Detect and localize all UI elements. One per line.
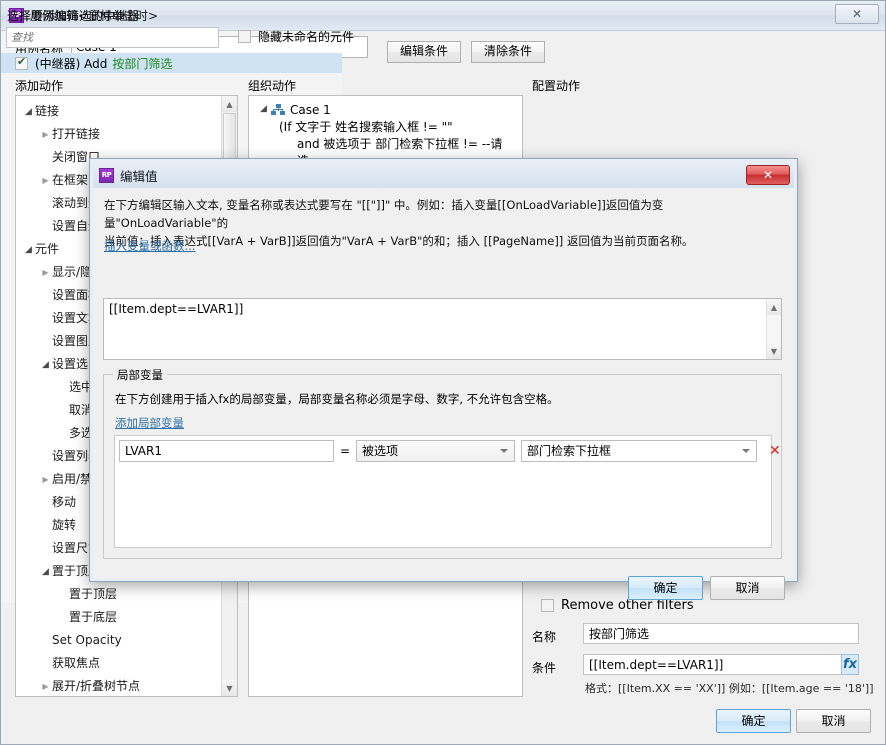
- dialog-cancel-label: 取消: [735, 581, 760, 595]
- repeater-search-input[interactable]: [6, 27, 219, 48]
- tree-item-label: 置于顶层: [69, 587, 118, 601]
- tree-item[interactable]: 链接: [16, 100, 221, 123]
- repeater-item-prefix: (中继器) Add: [35, 56, 108, 71]
- filter-name-input[interactable]: [583, 623, 859, 644]
- add-action-heading: 添加动作: [15, 79, 64, 93]
- hide-unnamed-checkbox[interactable]: [238, 30, 251, 43]
- dialog-title: 编辑值: [120, 168, 158, 184]
- tree-twisty-icon[interactable]: [22, 100, 35, 124]
- filter-condition-label: 条件: [532, 661, 557, 675]
- tree-item-label: 展开/折叠树节点: [52, 679, 141, 693]
- tree-item-label: 打开链接: [52, 127, 101, 141]
- tree-item[interactable]: 展开/折叠树节点: [16, 675, 221, 696]
- textarea-scroll-up-icon[interactable]: ▲: [767, 299, 781, 315]
- clear-condition-label: 清除条件: [483, 44, 532, 58]
- tree-item[interactable]: 获取焦点: [16, 652, 221, 675]
- tree-twisty-icon[interactable]: [39, 468, 52, 491]
- chevron-down-target-icon: [742, 449, 750, 453]
- local-variables-list: = 被选项 部门检索下拉框 ✕: [114, 435, 781, 548]
- dialog-axure-rp-logo-icon: RP: [99, 167, 114, 183]
- local-variable-name-input[interactable]: [119, 440, 334, 462]
- filter-condition-input[interactable]: [583, 654, 859, 675]
- chevron-down-icon: [500, 449, 508, 453]
- value-textarea[interactable]: [[Item.dept==LVAR1]] ▲ ▼: [103, 298, 782, 360]
- dialog-ok-button[interactable]: 确定: [628, 576, 703, 600]
- edit-condition-label: 编辑条件: [399, 44, 448, 58]
- edit-value-dialog: RP 编辑值 ✕ 在下方编辑区输入文本, 变量名称或表达式要写在 "[["]]"…: [89, 158, 798, 600]
- tree-item-label: Set Opacity: [52, 633, 122, 647]
- local-variable-property-select[interactable]: 被选项: [356, 440, 515, 462]
- window-close-button[interactable]: ✕: [835, 4, 879, 24]
- tree-item[interactable]: 置于顶层: [16, 583, 221, 606]
- equals-sign: =: [339, 444, 351, 458]
- tree-item-label: 旋转: [52, 518, 77, 532]
- value-textarea-text: [[Item.dept==LVAR1]]: [109, 302, 244, 316]
- dialog-description-line-1: 在下方编辑区输入文本, 变量名称或表达式要写在 "[["]]" 中。例如：插入变…: [104, 198, 664, 230]
- main-ok-label: 确定: [741, 714, 766, 728]
- repeater-list-item-selected[interactable]: (中继器) Add 按部门筛选: [1, 53, 342, 73]
- tree-twisty-icon[interactable]: [39, 560, 52, 584]
- main-cancel-label: 取消: [821, 714, 846, 728]
- main-ok-button[interactable]: 确定: [716, 709, 791, 733]
- tree-item-label: 置于底层: [69, 610, 118, 624]
- tree-twisty-icon[interactable]: [39, 261, 52, 284]
- tree-item-label: 链接: [35, 104, 60, 118]
- tree-twisty-icon[interactable]: [22, 238, 35, 262]
- dialog-body: 在下方编辑区输入文本, 变量名称或表达式要写在 "[["]]" 中。例如：插入变…: [93, 188, 794, 600]
- scroll-up-icon[interactable]: ▲: [222, 96, 237, 112]
- repeater-item-name: 按部门筛选: [112, 56, 173, 71]
- tree-item-label: 移动: [52, 495, 77, 509]
- dialog-close-button[interactable]: ✕: [746, 165, 790, 185]
- local-variable-target-select[interactable]: 部门检索下拉框: [521, 440, 757, 462]
- tree-item-label: 获取焦点: [52, 656, 101, 670]
- case-editor-window: RP 用例编辑<鼠标单击时> ✕ 用例名称 编辑条件 清除条件 添加动作 组织动…: [0, 0, 886, 745]
- case-header-row[interactable]: Case 1: [257, 102, 514, 119]
- clear-condition-button[interactable]: 清除条件: [471, 41, 545, 63]
- tree-item[interactable]: 打开链接: [16, 123, 221, 146]
- select-repeater-label: 选择要添加筛选的中继器: [7, 9, 140, 23]
- dialog-ok-label: 确定: [653, 581, 678, 595]
- value-textarea-scrollbar[interactable]: ▲ ▼: [766, 299, 781, 359]
- local-variable-row[interactable]: = 被选项 部门检索下拉框 ✕: [119, 440, 781, 462]
- remove-other-filters-row[interactable]: Remove other filters: [541, 598, 694, 613]
- organize-action-heading: 组织动作: [248, 79, 297, 93]
- dialog-cancel-button[interactable]: 取消: [710, 576, 785, 600]
- case-expand-icon[interactable]: [257, 104, 270, 114]
- filter-name-label: 名称: [532, 630, 557, 644]
- case-title: Case 1: [290, 103, 331, 117]
- scroll-down-icon[interactable]: ▼: [222, 680, 237, 696]
- dialog-frame: RP 编辑值 ✕ 在下方编辑区输入文本, 变量名称或表达式要写在 "[["]]"…: [90, 159, 797, 600]
- local-variables-fieldset: 局部变量 在下方创建用于插入fx的局部变量，局部变量名称必须是字母、数字, 不允…: [103, 367, 782, 559]
- configure-action-heading: 配置动作: [532, 79, 581, 93]
- fx-button[interactable]: fx: [841, 654, 859, 675]
- remove-other-filters-label: Remove other filters: [561, 598, 694, 613]
- add-local-variable-link[interactable]: 添加局部变量: [115, 415, 184, 431]
- case-condition-line-1: (If 文字于 姓名搜索输入框 != "": [279, 120, 453, 134]
- sitemap-icon: [271, 104, 285, 116]
- insert-variable-or-function-link[interactable]: 插入变量或函数...: [104, 238, 195, 254]
- local-variables-description: 在下方创建用于插入fx的局部变量，局部变量名称必须是字母、数字, 不允许包含空格…: [115, 392, 559, 406]
- local-variables-legend: 局部变量: [113, 367, 167, 383]
- tree-item[interactable]: Set Opacity: [16, 629, 221, 652]
- main-cancel-button[interactable]: 取消: [796, 709, 871, 733]
- tree-twisty-icon[interactable]: [39, 123, 52, 146]
- dialog-description: 在下方编辑区输入文本, 变量名称或表达式要写在 "[["]]" 中。例如：插入变…: [104, 196, 782, 250]
- local-variable-property-value: 被选项: [362, 444, 399, 458]
- edit-condition-button[interactable]: 编辑条件: [387, 41, 461, 63]
- delete-local-variable-icon[interactable]: ✕: [769, 443, 781, 459]
- remove-other-filters-checkbox[interactable]: [541, 599, 554, 612]
- hide-unnamed-checkbox-row[interactable]: 隐藏未命名的元件: [238, 28, 354, 45]
- tree-item[interactable]: 置于底层: [16, 606, 221, 629]
- tree-twisty-icon[interactable]: [39, 169, 52, 192]
- dialog-title-bar: RP 编辑值 ✕: [93, 162, 794, 188]
- tree-twisty-icon[interactable]: [39, 675, 52, 696]
- textarea-scroll-down-icon[interactable]: ▼: [767, 343, 781, 359]
- dialog-description-line-2: 当前值；插入表达式[[VarA + VarB]]返回值为"VarA + VarB…: [104, 234, 694, 248]
- filter-format-hint: 格式：[[Item.XX == 'XX']] 例如：[[Item.age == …: [585, 682, 874, 695]
- tree-twisty-icon[interactable]: [39, 353, 52, 377]
- repeater-item-checkbox[interactable]: [15, 55, 28, 70]
- hide-unnamed-label: 隐藏未命名的元件: [258, 30, 355, 44]
- local-variable-target-value: 部门检索下拉框: [527, 444, 612, 458]
- tree-item-label: 元件: [35, 242, 60, 256]
